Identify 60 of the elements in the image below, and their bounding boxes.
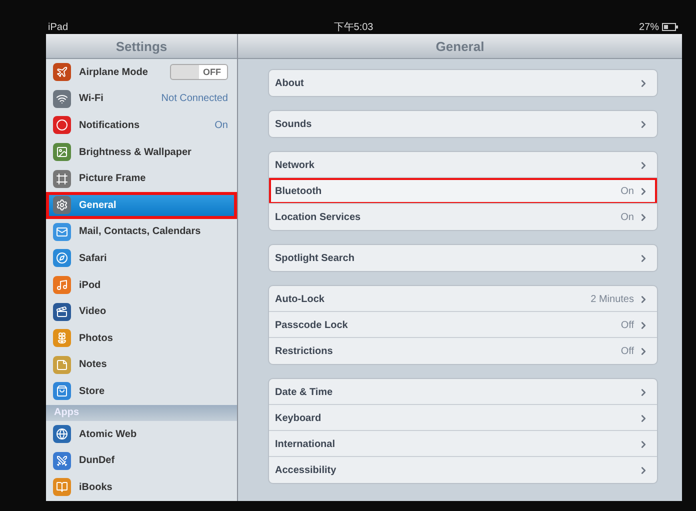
sidebar-item[interactable]: Notes [46,352,237,378]
sidebar-item[interactable]: Wi-Fi Not Connected [46,86,237,112]
settings-row[interactable]: Keyboard [269,405,657,431]
bag-icon [53,382,71,400]
settings-row[interactable]: Network [269,152,657,178]
sidebar-item[interactable]: Brightness & Wallpaper [46,138,237,166]
settings-row[interactable]: Spotlight Search [269,245,657,271]
setting-value: On [620,186,634,196]
setting-value: Off [620,346,634,356]
settings-row[interactable]: Accessibility [269,457,657,483]
picture-frame-icon [53,170,71,188]
compass-icon [53,249,71,268]
section-header: Apps [46,404,237,421]
airplane-icon [53,63,71,82]
sidebar-item[interactable]: General [46,192,237,219]
sidebar-item[interactable]: Airplane Mode OFF [46,59,237,86]
music-icon [53,276,71,294]
setting-value: On [620,212,634,222]
sidebar-item[interactable]: iPod [46,272,237,298]
globe-icon [53,425,71,444]
note-icon [53,356,71,374]
clock: 下午5:03 [334,21,374,34]
wifi-icon [53,90,71,108]
settings-row[interactable]: Date & Time [269,379,657,405]
sidebar-item[interactable]: Store [46,378,237,405]
toggle-switch[interactable]: OFF [170,64,228,80]
mail-icon [53,222,71,241]
device-name: iPad [48,22,68,32]
sidebar-item[interactable]: Atomic Web [46,420,237,448]
settings-row[interactable]: About [269,70,657,96]
setting-value: Not Connected [161,93,228,104]
sidebar-item[interactable]: Safari [46,245,237,272]
record-icon [53,116,71,134]
sidebar-item[interactable]: Picture Frame [46,165,237,192]
sidebar-title: Settings [46,34,237,59]
picture-icon [53,143,71,162]
settings-row[interactable]: Passcode Lock Off [269,312,657,338]
gear-icon [53,196,71,214]
clapperboard-icon [53,302,71,321]
setting-value: Off [620,320,634,330]
sidebar-item[interactable]: Photos [46,324,237,352]
sidebar-item[interactable]: DunDef [46,447,237,474]
settings-row[interactable]: International [269,431,657,457]
sidebar-item[interactable]: iBooks [46,474,237,500]
settings-row[interactable]: Auto-Lock 2 Minutes [269,286,657,312]
flower-icon [53,329,71,348]
sidebar-item[interactable]: Mail, Contacts, Calendars [46,218,237,246]
book-icon [53,478,71,496]
page-title: General [238,34,682,59]
setting-value: On [214,120,228,131]
settings-row[interactable]: Restrictions Off [269,338,657,364]
settings-row[interactable]: Bluetooth On [269,178,657,204]
sidebar-item[interactable]: Video [46,298,237,325]
battery-percent: 27% [638,22,659,32]
swords-icon [53,452,71,470]
battery-icon [662,23,678,31]
sidebar-item[interactable]: Notifications On [46,112,237,139]
settings-row[interactable]: Sounds [269,111,657,137]
settings-row[interactable]: Location Services On [269,204,657,230]
setting-value: 2 Minutes [590,294,634,304]
